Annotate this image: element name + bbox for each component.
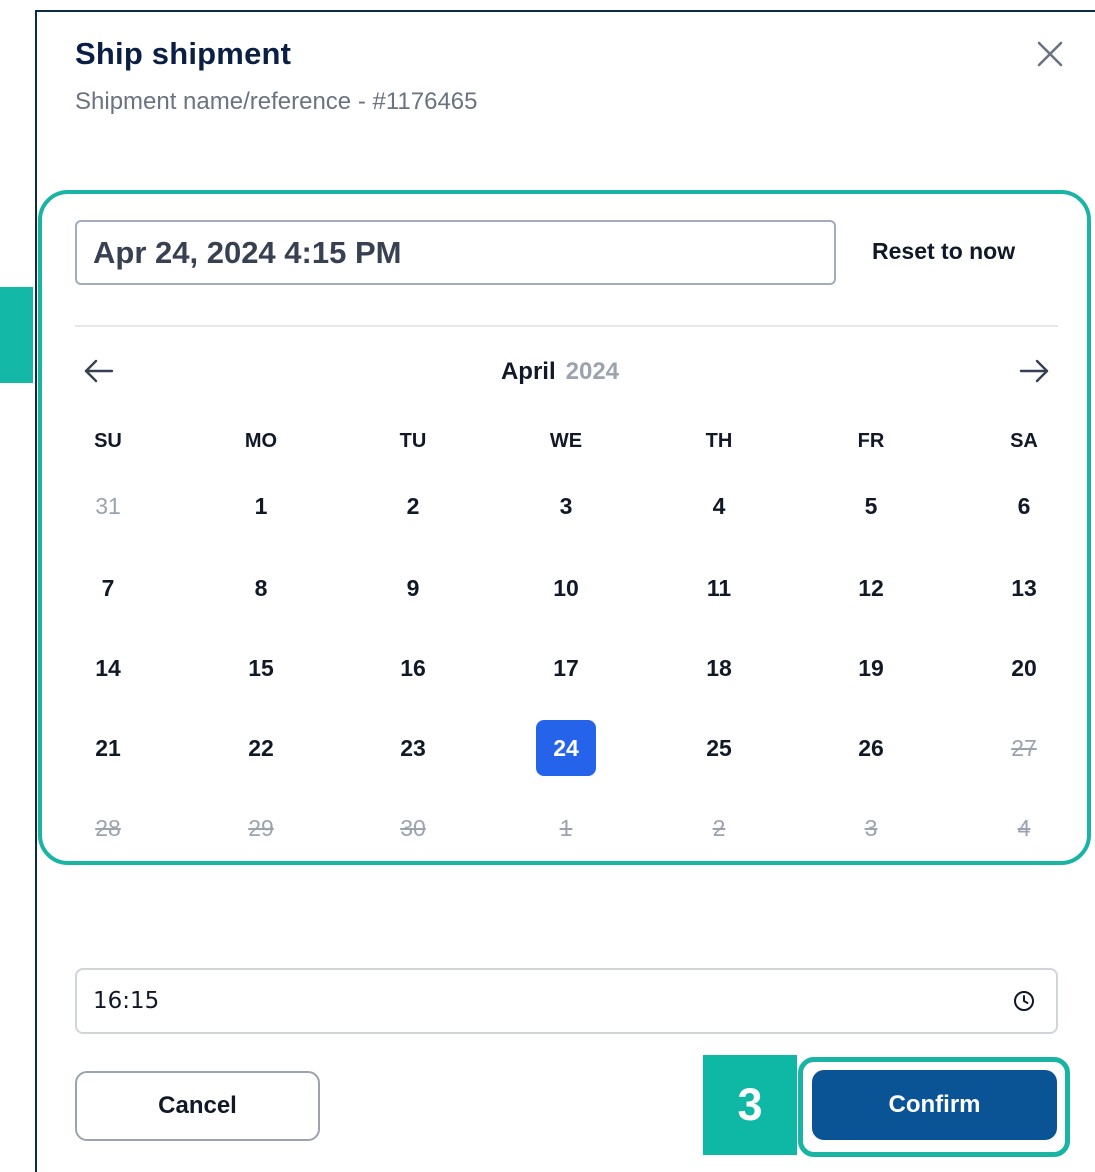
time-input[interactable]: 16:15 — [75, 968, 1058, 1034]
calendar-day: 27 — [1011, 734, 1037, 761]
weekday-header: TH — [705, 429, 733, 452]
datetime-input[interactable]: Apr 24, 2024 4:15 PM — [75, 220, 836, 285]
calendar-day[interactable]: 1 — [231, 478, 291, 534]
dialog-title: Ship shipment — [75, 36, 292, 71]
calendar-day[interactable]: 20 — [994, 640, 1054, 696]
calendar-day: 2 — [712, 814, 726, 841]
month-year-label: April 2024 — [0, 358, 1095, 386]
dialog-subtitle: Shipment name/reference - #1176465 — [75, 88, 478, 115]
calendar-day[interactable]: 23 — [383, 720, 443, 776]
calendar-day[interactable]: 16 — [383, 640, 443, 696]
calendar-day[interactable]: 9 — [383, 560, 443, 616]
divider — [75, 325, 1058, 327]
calendar-day[interactable]: 31 — [78, 478, 138, 534]
close-button[interactable] — [1032, 36, 1068, 72]
confirm-button[interactable]: Confirm — [812, 1070, 1057, 1140]
calendar-day[interactable]: 14 — [78, 640, 138, 696]
weekday-header: SA — [1010, 429, 1038, 452]
calendar-day[interactable]: 18 — [689, 640, 749, 696]
datetime-input-value: Apr 24, 2024 4:15 PM — [93, 234, 402, 270]
calendar-day[interactable]: 22 — [231, 720, 291, 776]
weekday-header: SU — [94, 429, 122, 452]
calendar-day: 29 — [248, 814, 274, 841]
calendar-day[interactable]: 7 — [78, 560, 138, 616]
calendar-day[interactable]: 17 — [536, 640, 596, 696]
time-input-value: 16:15 — [93, 988, 160, 1014]
year-label: 2024 — [565, 358, 620, 385]
calendar-day[interactable]: 6 — [994, 478, 1054, 534]
calendar-day[interactable]: 4 — [689, 478, 749, 534]
calendar-day: 28 — [95, 814, 121, 841]
clock-button[interactable] — [1012, 989, 1036, 1013]
reset-to-now-button[interactable]: Reset to now — [872, 238, 1015, 265]
calendar-day[interactable]: 3 — [536, 478, 596, 534]
calendar-day[interactable]: 21 — [78, 720, 138, 776]
calendar-day[interactable]: 26 — [841, 720, 901, 776]
calendar-day[interactable]: 11 — [689, 560, 749, 616]
cancel-button[interactable]: Cancel — [75, 1071, 320, 1141]
calendar-day[interactable]: 19 — [841, 640, 901, 696]
calendar-day[interactable]: 15 — [231, 640, 291, 696]
calendar-day: 4 — [1017, 814, 1031, 841]
weekday-header: WE — [549, 429, 583, 452]
arrow-right-icon — [1019, 359, 1049, 383]
calendar-day[interactable]: 2 — [383, 478, 443, 534]
next-month-button[interactable] — [1017, 354, 1051, 388]
calendar-day: 3 — [864, 814, 878, 841]
clock-icon — [1014, 991, 1034, 1011]
calendar-day[interactable]: 13 — [994, 560, 1054, 616]
close-icon — [1037, 41, 1063, 67]
weekday-header: MO — [244, 429, 278, 452]
calendar-day[interactable]: 10 — [536, 560, 596, 616]
calendar-day[interactable]: 8 — [231, 560, 291, 616]
weekday-header: TU — [399, 429, 427, 452]
calendar-day: 1 — [559, 814, 573, 841]
calendar-day[interactable]: 5 — [841, 478, 901, 534]
calendar-day[interactable]: 25 — [689, 720, 749, 776]
weekday-header: FR — [857, 429, 885, 452]
calendar-day-selected[interactable]: 24 — [536, 720, 596, 776]
month-name: April — [500, 358, 556, 385]
step-badge: 3 — [703, 1055, 797, 1155]
calendar-day[interactable]: 12 — [841, 560, 901, 616]
calendar-day: 30 — [400, 814, 426, 841]
